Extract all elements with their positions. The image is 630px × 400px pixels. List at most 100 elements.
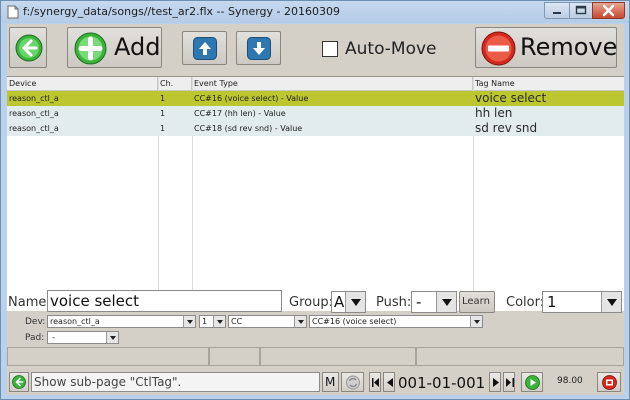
row-tag-name: hh len: [475, 106, 513, 120]
column-header-event-type[interactable]: Event Type: [192, 77, 473, 90]
chevron-down-icon: [470, 316, 482, 327]
event-select[interactable]: CC#16 (voice select): [309, 315, 483, 328]
title-bar[interactable]: f:/synergy_data/songs//test_ar2.flx -- S…: [1, 1, 629, 23]
add-button-label: Add: [114, 33, 161, 61]
push-select-value: -: [416, 293, 422, 311]
back-button[interactable]: [9, 27, 47, 68]
status-message: Show sub-page "CtlTag".: [31, 372, 320, 392]
stop-button[interactable]: [597, 372, 621, 392]
column-header-device[interactable]: Device: [7, 77, 158, 90]
type-select[interactable]: CC: [228, 315, 307, 328]
remove-button-label: Remove: [520, 33, 618, 61]
color-select-value: 1: [547, 293, 557, 311]
loop-icon: [346, 375, 360, 390]
device-select-value: reason_ctl_a: [50, 317, 100, 326]
push-select[interactable]: -: [411, 291, 457, 313]
maximize-icon: [575, 5, 587, 15]
row-tag-name: voice select: [475, 91, 547, 105]
name-label: Name:: [8, 295, 51, 310]
move-up-button[interactable]: [182, 31, 227, 65]
skip-end-icon: [506, 378, 514, 387]
minimize-icon: [553, 12, 561, 14]
window-title: f:/synergy_data/songs//test_ar2.flx -- S…: [23, 5, 340, 18]
automove-checkbox[interactable]: [322, 41, 338, 57]
maximize-button[interactable]: [569, 2, 593, 19]
m-button[interactable]: M: [322, 372, 339, 392]
row-channel: 1: [160, 109, 166, 118]
position-display: 001-01-001: [398, 374, 486, 392]
tempo-display: 98.00: [557, 376, 583, 386]
push-label: Push:: [376, 295, 412, 310]
row-device: reason_ctl_a: [9, 94, 59, 103]
remove-button[interactable]: Remove: [475, 27, 617, 68]
loop-button[interactable]: [341, 372, 364, 392]
dev-label: Dev:: [25, 317, 46, 327]
column-header-ch[interactable]: Ch.: [158, 77, 192, 90]
group-select-value: A: [334, 293, 345, 311]
status-cell: [260, 347, 416, 366]
events-table[interactable]: Device Ch. Event Type Tag Name reason_ct…: [7, 76, 624, 311]
skip-start-icon: [372, 378, 379, 387]
channel-select-value: 1: [202, 317, 208, 326]
app-window: f:/synergy_data/songs//test_ar2.flx -- S…: [0, 0, 630, 400]
back-arrow-icon: [12, 375, 26, 389]
learn-button-label: Learn: [462, 296, 490, 307]
chevron-down-icon: [345, 292, 365, 312]
row-tag-name: sd rev snd: [475, 121, 538, 135]
color-select[interactable]: 1: [542, 291, 622, 313]
step-back-icon: [387, 378, 393, 387]
document-icon: [7, 5, 19, 19]
nav-back-button[interactable]: [9, 372, 29, 392]
arrow-down-icon: [247, 37, 271, 60]
plus-icon: [74, 32, 107, 65]
pad-select[interactable]: -: [47, 331, 119, 344]
row-event-type: CC#18 (sd rev snd) - Value: [194, 124, 303, 133]
add-button[interactable]: Add: [67, 27, 162, 68]
minimize-button[interactable]: [544, 2, 570, 19]
group-label: Group:: [289, 295, 333, 310]
channel-select[interactable]: 1: [199, 315, 226, 328]
status-cell: [209, 347, 260, 366]
group-select[interactable]: A: [331, 291, 366, 313]
learn-button[interactable]: Learn: [459, 291, 495, 313]
row-channel: 1: [160, 124, 166, 133]
device-select[interactable]: reason_ctl_a: [47, 315, 196, 328]
m-button-label: M: [325, 375, 336, 389]
table-row[interactable]: reason_ctl_a 1 CC#18 (sd rev snd) - Valu…: [7, 121, 624, 136]
play-icon: [525, 375, 540, 390]
close-icon: [602, 4, 615, 17]
name-input[interactable]: voice select: [47, 290, 282, 312]
row-device: reason_ctl_a: [9, 109, 59, 118]
event-select-value: CC#16 (voice select): [312, 317, 397, 326]
arrow-up-icon: [193, 37, 217, 60]
chevron-down-icon: [106, 332, 118, 343]
pad-label: Pad:: [25, 333, 45, 343]
play-button[interactable]: [521, 372, 543, 392]
stop-icon: [602, 375, 617, 390]
back-arrow-icon: [15, 34, 43, 62]
step-forward-icon: [493, 378, 499, 387]
skip-start-button[interactable]: [369, 372, 381, 392]
row-event-type: CC#17 (hh len) - Value: [194, 109, 286, 118]
client-area: Add Auto-Move Remove Device Ch. Event Ty…: [7, 24, 624, 395]
move-down-button[interactable]: [236, 31, 281, 65]
chevron-down-icon: [294, 316, 306, 327]
chevron-down-icon: [213, 316, 225, 327]
column-header-tag-name[interactable]: Tag Name: [473, 77, 624, 90]
chevron-down-icon: [183, 316, 195, 327]
row-channel: 1: [160, 94, 166, 103]
step-back-button[interactable]: [383, 372, 395, 392]
skip-end-button[interactable]: [503, 372, 515, 392]
minus-icon: [481, 31, 516, 66]
type-select-value: CC: [231, 317, 243, 326]
pad-select-value: -: [52, 333, 55, 342]
step-forward-button[interactable]: [489, 372, 501, 392]
chevron-down-icon: [436, 292, 456, 312]
close-window-button[interactable]: [592, 2, 625, 19]
chevron-down-icon: [601, 292, 621, 312]
table-row[interactable]: reason_ctl_a 1 CC#16 (voice select) - Va…: [7, 91, 624, 106]
table-header: Device Ch. Event Type Tag Name: [7, 77, 624, 91]
status-cell: [7, 347, 209, 366]
status-cell: [416, 347, 624, 366]
table-row[interactable]: reason_ctl_a 1 CC#17 (hh len) - Value hh…: [7, 106, 624, 121]
